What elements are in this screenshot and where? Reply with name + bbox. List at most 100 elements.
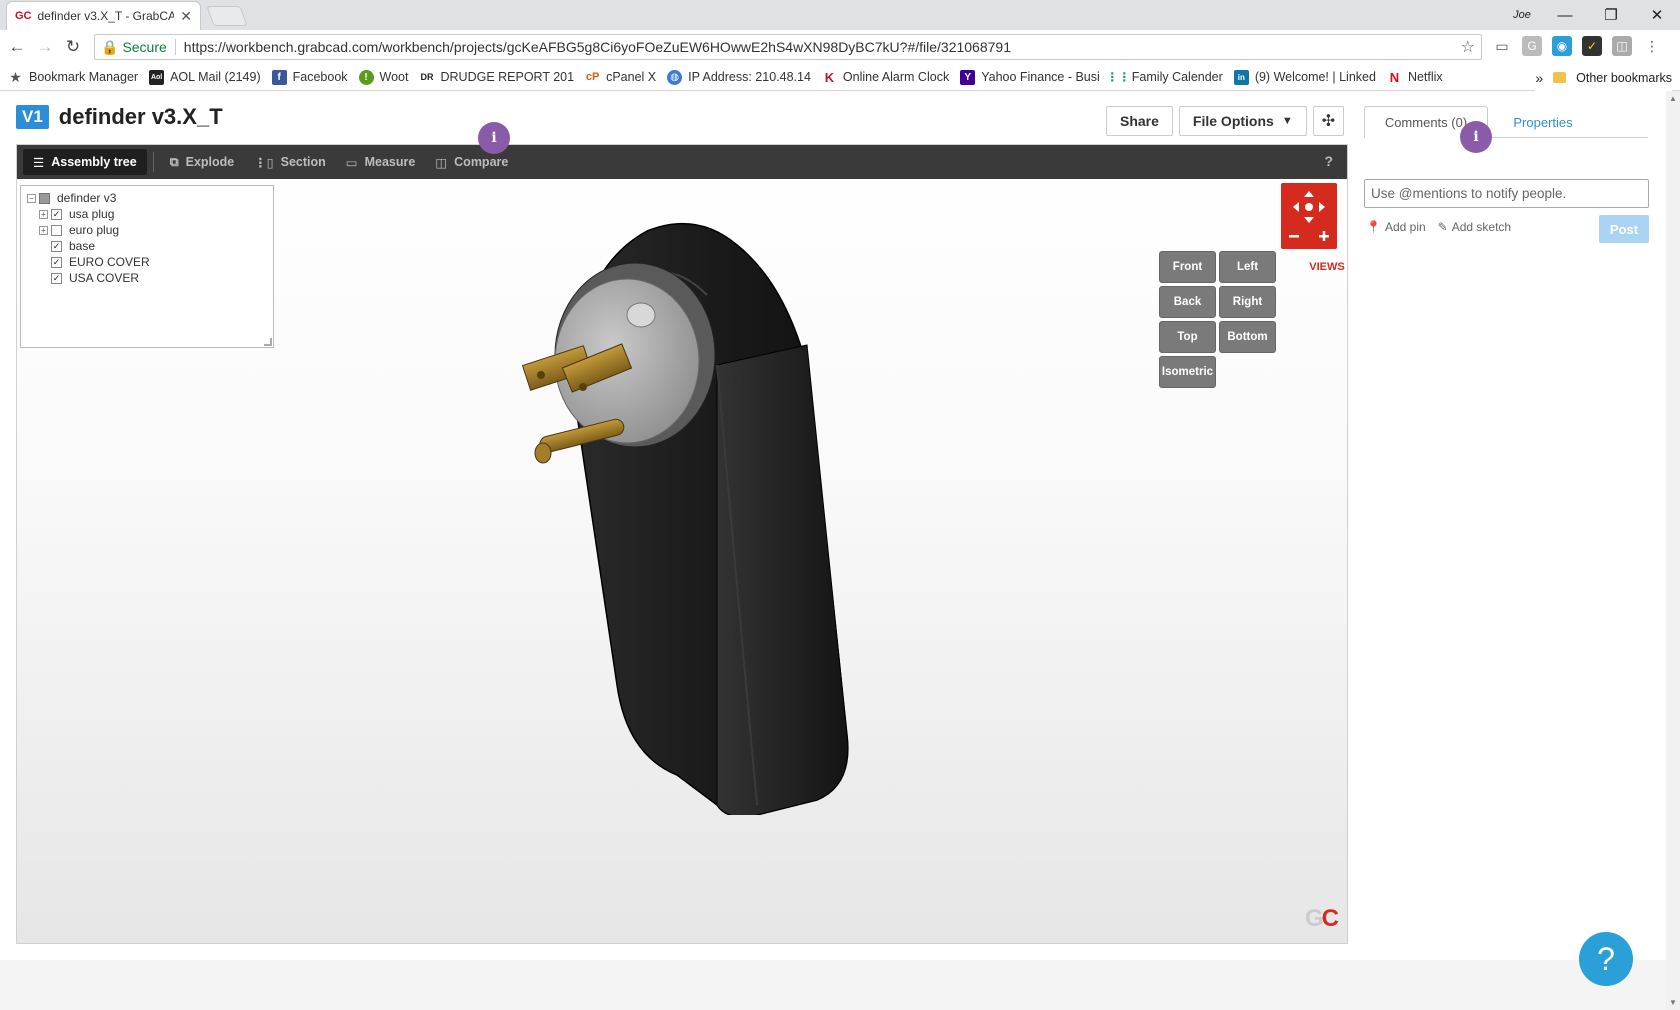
cpanel-icon: cP: [585, 71, 600, 83]
view-left-button[interactable]: Left: [1219, 251, 1276, 283]
tab-properties[interactable]: Properties: [1488, 106, 1598, 138]
scroll-down-icon[interactable]: ▼: [1669, 998, 1677, 1007]
bookmark-10[interactable]: in (9) Welcome! | Linked: [1233, 69, 1376, 85]
tree-expander-icon[interactable]: +: [39, 225, 48, 235]
view-front-button[interactable]: Front: [1159, 251, 1216, 283]
extension-g-icon[interactable]: G: [1522, 36, 1542, 56]
view-back-button[interactable]: Back: [1159, 286, 1216, 318]
tree-node-label: base: [69, 239, 96, 253]
extension-ghost-icon[interactable]: ◉: [1552, 36, 1572, 56]
address-bar[interactable]: 🔒 Secure https://workbench.grabcad.com/w…: [94, 34, 1482, 60]
tree-checkbox[interactable]: ✓: [51, 272, 62, 284]
menu-kebab-icon[interactable]: ⋮: [1642, 36, 1662, 56]
calendar-icon: ⋮⋮: [1106, 70, 1131, 84]
other-bookmarks[interactable]: Other bookmarks: [1576, 71, 1672, 85]
help-button[interactable]: ?: [1579, 932, 1633, 986]
bookmark-3[interactable]: ! Woot: [358, 69, 408, 85]
extension-box-icon[interactable]: ◫: [1612, 36, 1632, 56]
resize-grip-icon[interactable]: [264, 338, 272, 346]
caret-down-icon: ▼: [1281, 115, 1293, 127]
yahoo-icon: Y: [960, 69, 976, 85]
tree-checkbox[interactable]: ✓: [51, 240, 62, 252]
tree-expander-icon[interactable]: −: [27, 193, 36, 203]
bookmark-4[interactable]: DR DRUDGE REPORT 201: [419, 70, 574, 85]
version-badge[interactable]: V1: [16, 105, 49, 129]
browser-tab-strip: GC definder v3.X_T - GrabCA ✕ Joe — ❐ ✕: [0, 0, 1680, 30]
bookmark-7[interactable]: K Online Alarm Clock: [822, 69, 950, 85]
url-text[interactable]: https://workbench.grabcad.com/workbench/…: [184, 39, 1461, 55]
tree-checkbox[interactable]: ✓: [51, 256, 62, 268]
file-actions: Share File Options ▼ ✣: [1106, 106, 1345, 136]
tree-node[interactable]: + euro plug: [27, 222, 267, 238]
tree-expander-icon[interactable]: +: [39, 209, 48, 219]
linkedin-icon: in: [1233, 69, 1249, 85]
close-window-icon[interactable]: ✕: [1634, 6, 1680, 24]
reload-icon[interactable]: ↻: [62, 37, 84, 57]
cast-icon[interactable]: ▭: [1492, 36, 1512, 56]
navigation-widget[interactable]: [1281, 183, 1337, 249]
tree-node[interactable]: + ✓ usa plug: [27, 206, 267, 222]
page-footer: [0, 960, 1680, 1010]
tree-node[interactable]: ✓ base: [27, 238, 267, 254]
page-scrollbar[interactable]: ▲ ▼: [1666, 91, 1680, 1010]
scroll-up-icon[interactable]: ▲: [1669, 94, 1677, 103]
back-arrow-icon[interactable]: ←: [6, 37, 28, 57]
view-isometric-button[interactable]: Isometric: [1159, 356, 1216, 388]
star-icon: ★: [9, 68, 22, 85]
bookmark-8[interactable]: Y Yahoo Finance - Busi: [960, 69, 1100, 85]
info-bubble-toolbar[interactable]: i: [478, 122, 510, 154]
bookmark-11[interactable]: N Netflix: [1387, 70, 1443, 85]
bookmark-9[interactable]: ⋮⋮ Family Calender: [1106, 70, 1223, 85]
viewer-help-icon[interactable]: ?: [1324, 153, 1333, 169]
netflix-icon: N: [1389, 69, 1400, 85]
3d-viewer[interactable]: ☰ Assembly tree ⧉ Explode ⋮▯ Section ▭ Measu…: [16, 144, 1348, 944]
minimize-icon[interactable]: —: [1542, 7, 1588, 24]
info-bubble-comments[interactable]: i: [1460, 121, 1492, 153]
pan-zoom-icon: [1289, 191, 1329, 241]
tree-checkbox[interactable]: ✓: [51, 208, 62, 220]
bookmark-0[interactable]: ★ Bookmark Manager: [8, 68, 138, 85]
bookmark-2[interactable]: f Facebook: [271, 69, 348, 85]
toolbar-divider: [152, 152, 154, 172]
measure-button[interactable]: ▭ Measure: [336, 149, 426, 175]
post-button[interactable]: Post: [1599, 215, 1649, 243]
bookmark-6[interactable]: ◍ IP Address: 210.48.14: [667, 69, 811, 85]
forward-arrow-icon[interactable]: →: [34, 37, 56, 57]
3d-model-plug[interactable]: [517, 215, 877, 815]
bookmark-5[interactable]: cP cPanel X: [585, 70, 656, 85]
view-bottom-button[interactable]: Bottom: [1219, 321, 1276, 353]
tree-checkbox[interactable]: [39, 192, 50, 204]
views-label: VIEWS: [1309, 261, 1345, 273]
add-pin-button[interactable]: 📍 Add pin: [1366, 220, 1426, 234]
close-tab-icon[interactable]: ✕: [180, 8, 192, 25]
bookmark-star-icon[interactable]: ☆: [1461, 37, 1475, 57]
bookmark-1[interactable]: Aol AOL Mail (2149): [149, 69, 261, 85]
extension-check-icon[interactable]: ✓: [1582, 36, 1602, 56]
profile-button[interactable]: Joe: [1502, 9, 1542, 21]
secure-label: Secure: [122, 39, 176, 55]
section-icon: ⋮▯: [254, 155, 274, 170]
compare-button[interactable]: ◫ Compare: [425, 149, 518, 175]
new-tab-button[interactable]: [206, 6, 248, 26]
tree-node[interactable]: − definder v3: [27, 190, 267, 206]
comment-tools: 📍 Add pin ✎ Add sketch: [1366, 220, 1511, 234]
restore-icon[interactable]: ❐: [1588, 6, 1634, 24]
tab-title: definder v3.X_T - GrabCA: [37, 9, 175, 23]
bookmarks-right: » Other bookmarks: [1535, 64, 1672, 91]
file-options-button[interactable]: File Options ▼: [1178, 106, 1307, 136]
view-right-button[interactable]: Right: [1219, 286, 1276, 318]
view-top-button[interactable]: Top: [1159, 321, 1216, 353]
browser-tab[interactable]: GC definder v3.X_T - GrabCA ✕: [6, 1, 201, 30]
tree-node[interactable]: ✓ USA COVER: [27, 270, 267, 286]
explode-button[interactable]: ⧉ Explode: [160, 149, 245, 175]
assembly-tree-button[interactable]: ☰ Assembly tree: [23, 149, 147, 175]
section-button[interactable]: ⋮▯ Section: [244, 149, 336, 175]
share-button[interactable]: Share: [1106, 106, 1173, 136]
tree-node[interactable]: ✓ EURO COVER: [27, 254, 267, 270]
tree-checkbox[interactable]: [51, 224, 62, 236]
k-icon: K: [824, 69, 835, 85]
fullscreen-button[interactable]: ✣: [1312, 106, 1345, 136]
more-bookmarks-icon[interactable]: »: [1535, 70, 1543, 86]
add-sketch-button[interactable]: ✎ Add sketch: [1438, 220, 1511, 234]
comment-input[interactable]: [1364, 179, 1649, 208]
